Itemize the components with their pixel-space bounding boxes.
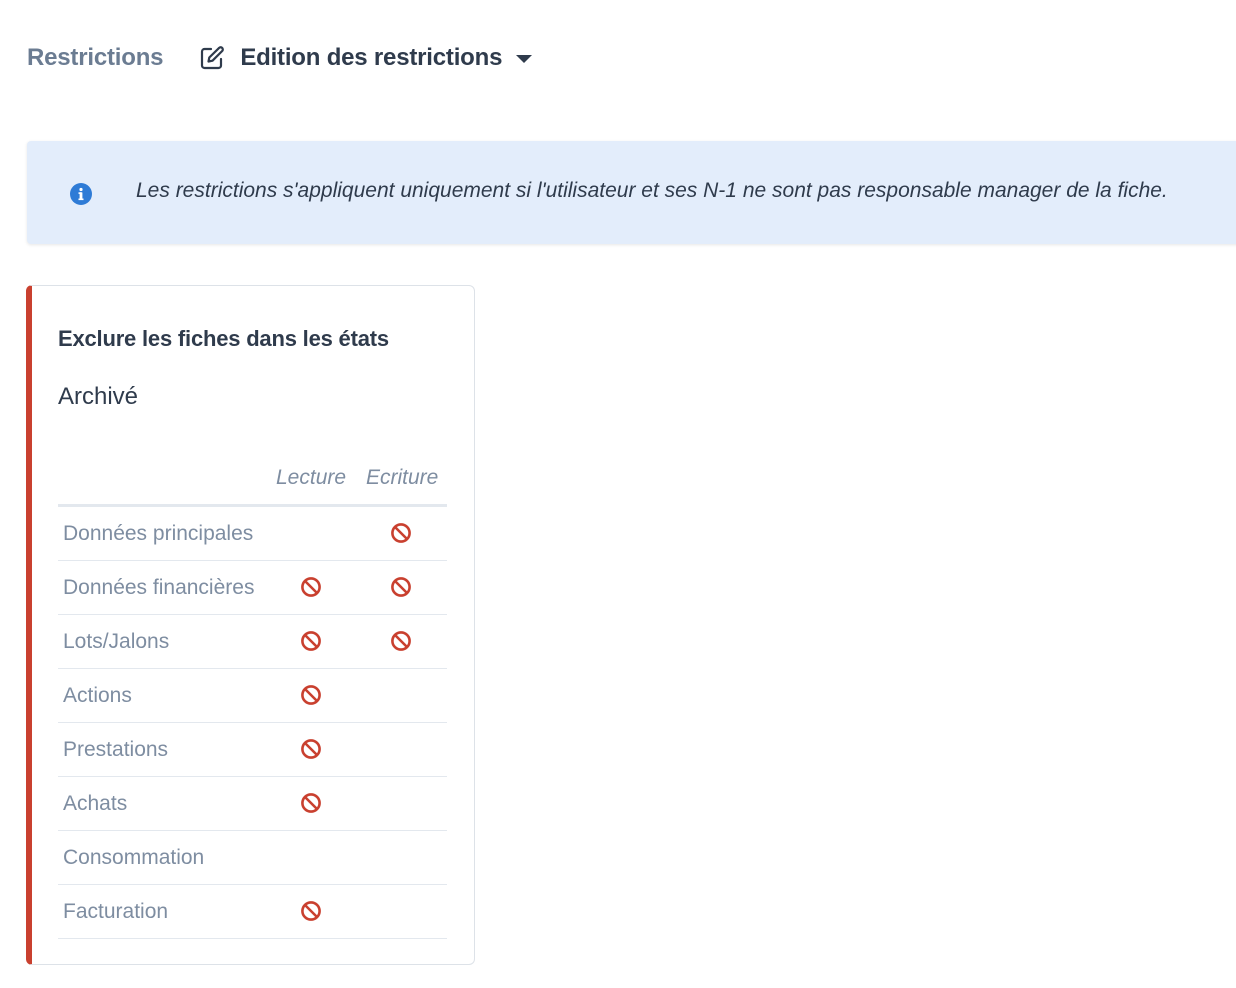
ban-icon — [301, 685, 321, 705]
table-row: Facturation — [58, 885, 447, 939]
info-circle-icon — [70, 183, 92, 205]
row-label: Consommation — [63, 846, 205, 869]
ban-icon — [391, 577, 411, 597]
card-title: Exclure les fiches dans les états — [58, 326, 389, 351]
row-label: Données financières — [63, 576, 255, 599]
info-message: Les restrictions s'appliquent uniquement… — [136, 179, 1168, 202]
row-label: Données principales — [63, 522, 254, 545]
ban-icon — [391, 631, 411, 651]
table-row: Consommation — [58, 831, 447, 885]
ban-icon — [301, 631, 321, 651]
table-body: Données principales Données financières Lo… — [58, 507, 447, 939]
row-label: Facturation — [63, 900, 169, 923]
column-header-read: Lecture — [276, 466, 347, 489]
edit-icon — [201, 46, 225, 70]
row-label: Lots/Jalons — [63, 630, 170, 653]
row-label: Prestations — [63, 738, 169, 761]
ban-icon — [391, 523, 411, 543]
edit-restrictions-label: Edition des restrictions — [240, 44, 503, 71]
info-banner: Les restrictions s'appliquent uniquement… — [27, 141, 1236, 244]
table-row: Données principales — [58, 507, 447, 561]
restrictions-table: Lecture Ecriture Données principales Donn… — [58, 456, 447, 939]
caret-down-icon — [516, 55, 533, 63]
row-label: Actions — [63, 684, 132, 707]
ban-icon — [301, 793, 321, 813]
ban-icon — [301, 739, 321, 759]
table-row: Lots/Jalons — [58, 615, 447, 669]
ban-icon — [301, 901, 321, 921]
breadcrumb-restrictions[interactable]: Restrictions — [27, 44, 164, 72]
table-row: Données financières — [58, 561, 447, 615]
table-header: Lecture Ecriture — [58, 456, 447, 507]
edit-restrictions-dropdown[interactable]: Edition des restrictions — [199, 44, 533, 72]
column-header-write: Ecriture — [366, 466, 439, 489]
row-label: Achats — [63, 792, 128, 815]
page-header: Restrictions Edition des restrictions — [27, 36, 533, 80]
table-row: Achats — [58, 777, 447, 831]
table-row: Prestations — [58, 723, 447, 777]
table-row: Actions — [58, 669, 447, 723]
restriction-card: Exclure les fiches dans les états Archiv… — [26, 285, 475, 965]
ban-icon — [301, 577, 321, 597]
excluded-state: Archivé — [58, 383, 139, 410]
